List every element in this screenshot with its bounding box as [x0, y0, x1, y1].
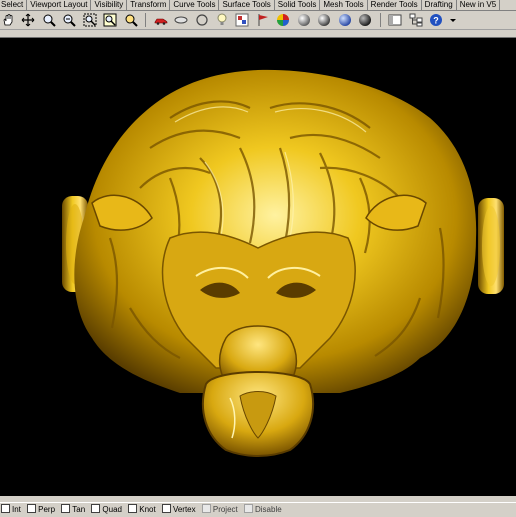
tab-solid-tools[interactable]: Solid Tools — [275, 0, 321, 10]
perspective-viewport[interactable] — [0, 38, 516, 496]
tab-transform[interactable]: Transform — [127, 0, 171, 10]
osnap-disable[interactable]: Disable — [243, 503, 282, 517]
osnap-project-checkbox[interactable] — [201, 504, 211, 513]
osnap-vertex[interactable]: Vertex — [161, 503, 196, 517]
osnap-perp[interactable]: Perp — [26, 503, 55, 517]
dropdown-arrow-icon[interactable] — [449, 13, 457, 27]
toolbar-separator — [145, 13, 147, 27]
svg-text:?: ? — [433, 16, 439, 26]
tab-select[interactable]: Select — [0, 0, 28, 10]
osnap-bar: Int Perp Tan Quad Knot Vertex Project Di… — [0, 502, 516, 517]
lamp-icon[interactable] — [215, 13, 229, 27]
sphere-blue-icon[interactable] — [338, 13, 352, 27]
car-model-icon[interactable] — [154, 13, 168, 27]
osnap-quad[interactable]: Quad — [90, 503, 122, 517]
icon-toolbar: ? — [0, 11, 516, 30]
tab-visibility[interactable]: Visibility — [91, 0, 128, 10]
toggle-panel-icon[interactable] — [388, 13, 402, 27]
rotate-view-icon[interactable] — [21, 13, 35, 27]
viewport-frame — [0, 30, 516, 38]
material-swatch-icon[interactable] — [235, 13, 249, 27]
toolbar-separator — [379, 13, 381, 27]
pan-hand-icon[interactable] — [1, 13, 15, 27]
osnap-vertex-checkbox[interactable] — [161, 504, 171, 513]
tab-surface-tools[interactable]: Surface Tools — [219, 0, 275, 10]
hierarchy-icon[interactable] — [409, 13, 423, 27]
toolbar-tab-strip: Select Viewport Layout Visibility Transform… — [0, 0, 516, 11]
tab-render-tools[interactable]: Render Tools — [368, 0, 422, 10]
osnap-tan[interactable]: Tan — [60, 503, 85, 517]
zoom-window-icon[interactable] — [62, 13, 77, 27]
zoom-icon[interactable] — [42, 13, 56, 27]
osnap-knot-checkbox[interactable] — [128, 504, 138, 513]
color-wheel-icon[interactable] — [276, 13, 290, 27]
lion-head-ring-model — [62, 69, 504, 457]
osnap-int[interactable]: Int — [0, 503, 21, 517]
ring-shank-right — [478, 198, 504, 294]
tab-curve-tools[interactable]: Curve Tools — [170, 0, 220, 10]
sphere-dark-icon[interactable] — [358, 13, 372, 27]
zoom-selected-icon[interactable] — [103, 13, 117, 27]
circle-outline-icon[interactable] — [195, 13, 209, 27]
osnap-disable-checkbox[interactable] — [244, 504, 253, 513]
ellipse-icon[interactable] — [174, 13, 188, 27]
osnap-int-checkbox[interactable] — [1, 504, 10, 513]
tab-new-in-v5[interactable]: New in V5 — [457, 0, 501, 10]
osnap-knot[interactable]: Knot — [127, 503, 156, 517]
osnap-project[interactable]: Project — [201, 503, 238, 517]
osnap-tan-checkbox[interactable] — [61, 504, 71, 513]
tab-drafting[interactable]: Drafting — [422, 0, 457, 10]
tab-viewport-layout[interactable]: Viewport Layout — [27, 0, 92, 10]
zoom-extents-icon[interactable] — [83, 13, 97, 27]
zoom-dynamic-icon[interactable] — [124, 13, 138, 27]
osnap-perp-checkbox[interactable] — [27, 504, 37, 513]
tab-mesh-tools[interactable]: Mesh Tools — [320, 0, 368, 10]
help-icon[interactable]: ? — [429, 13, 443, 27]
flag-icon[interactable] — [256, 13, 270, 27]
osnap-quad-checkbox[interactable] — [91, 504, 101, 513]
sphere-render-icon[interactable] — [317, 13, 331, 27]
sphere-shaded-icon[interactable] — [297, 13, 311, 27]
